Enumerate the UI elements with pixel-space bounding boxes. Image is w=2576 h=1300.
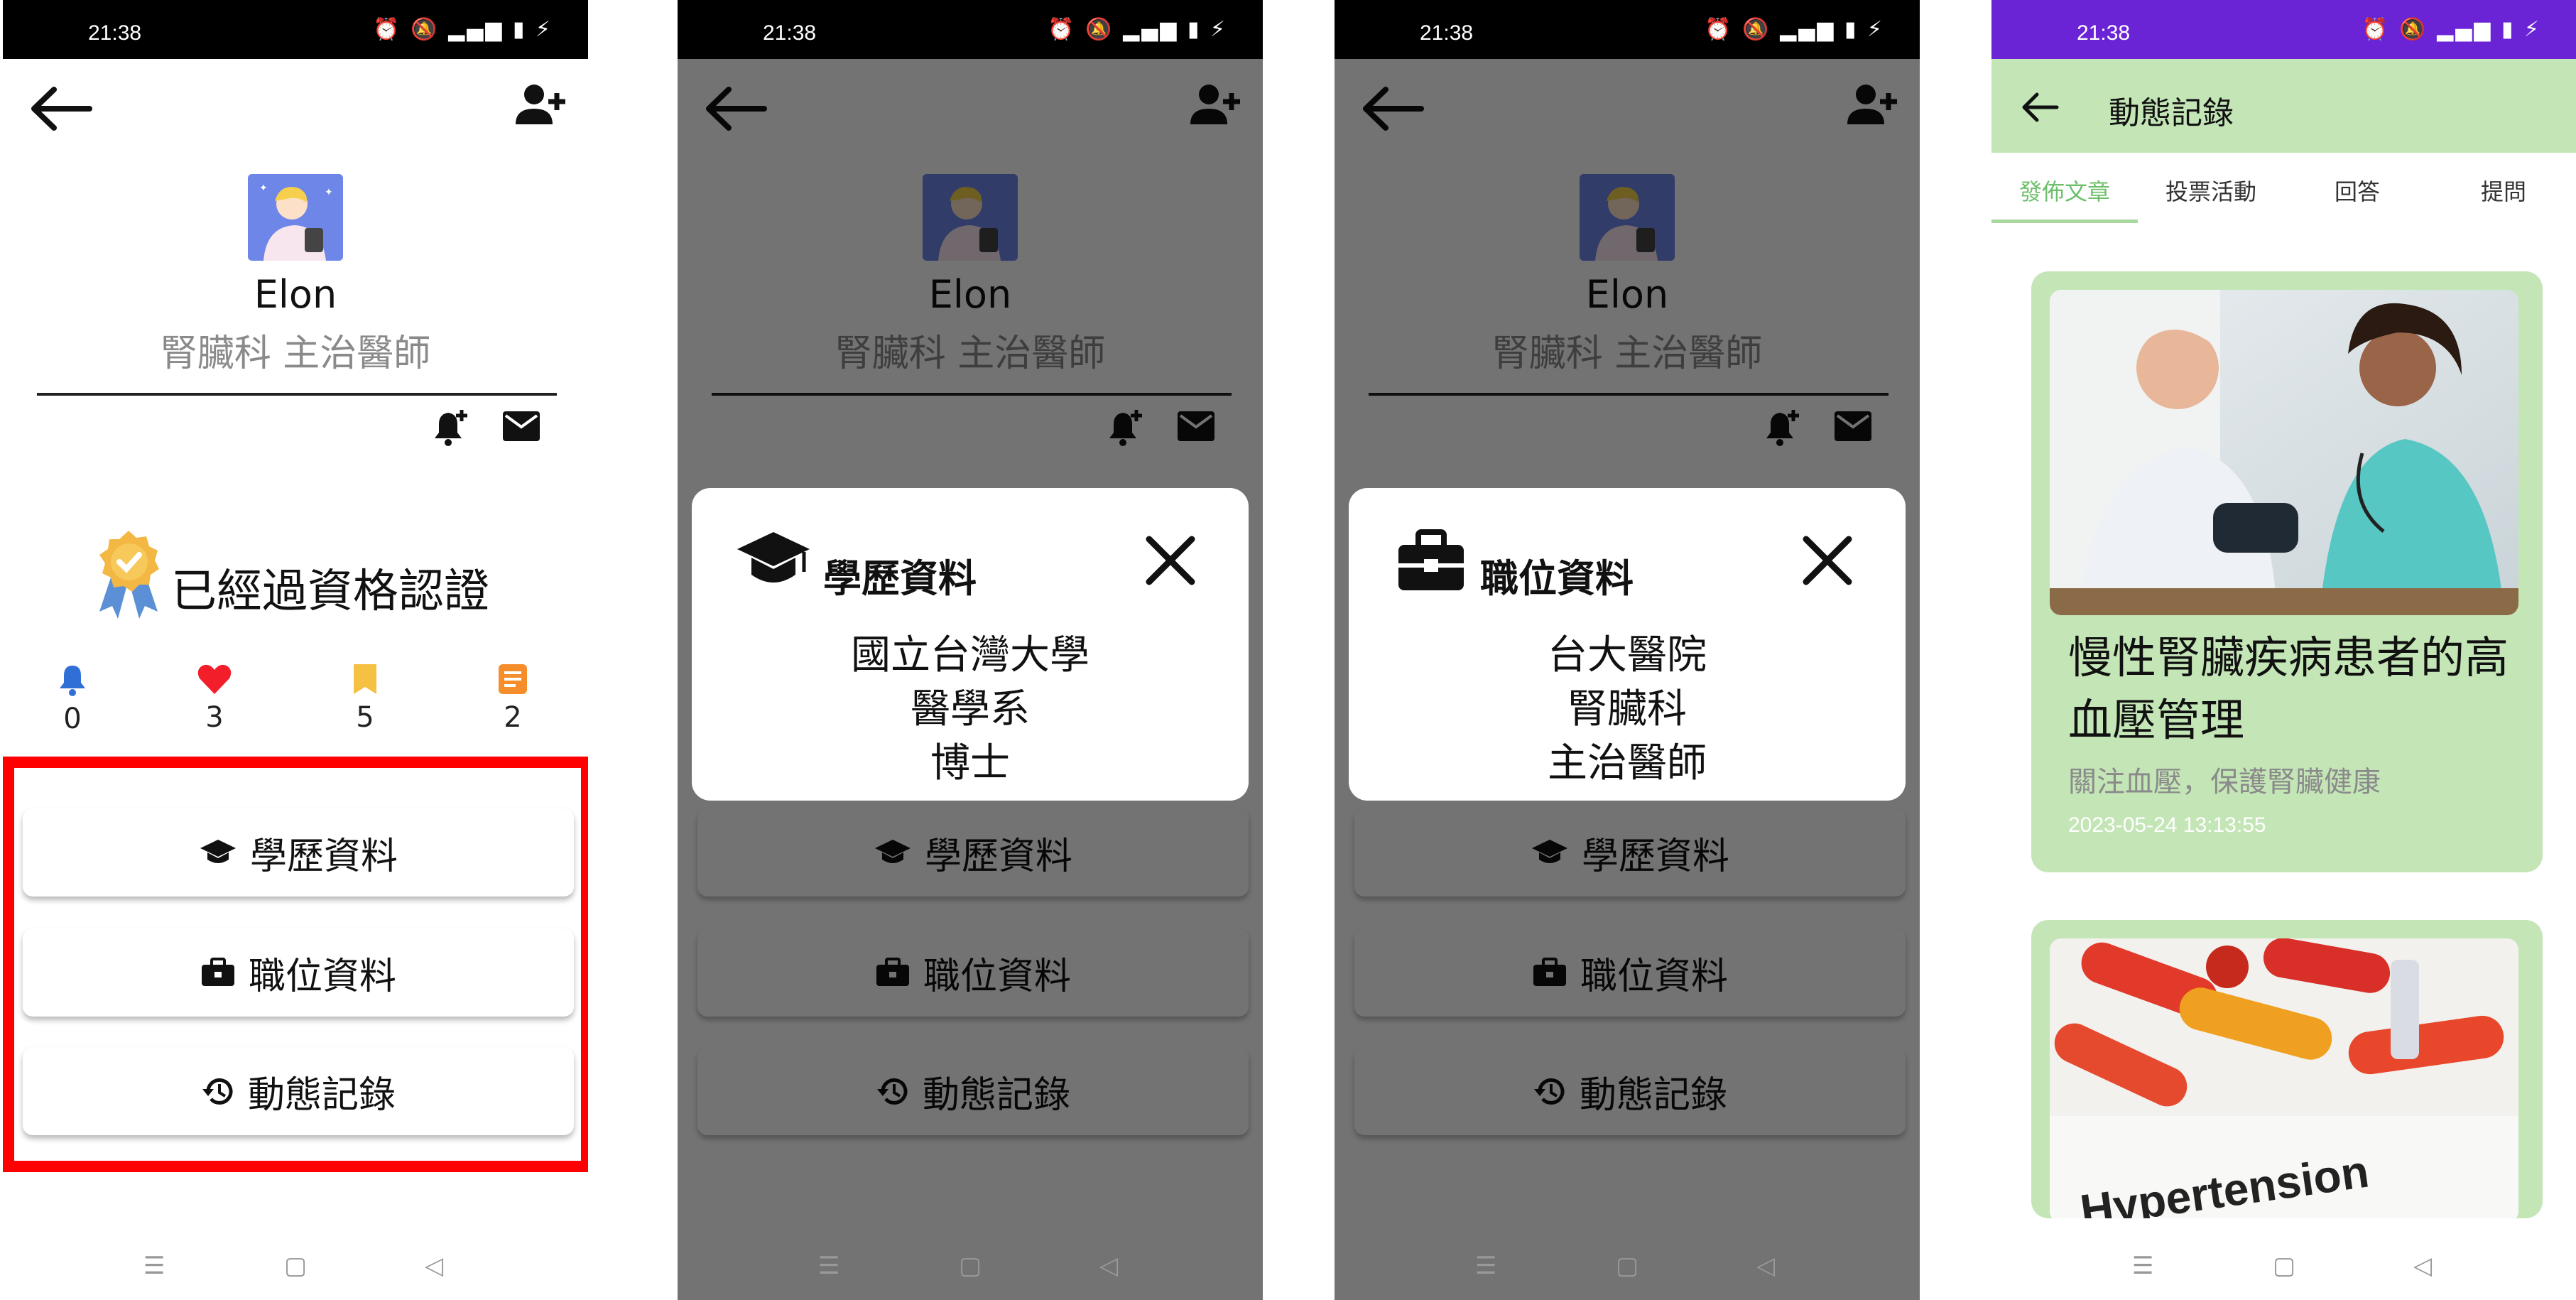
back-nav-icon[interactable]: ◁ xyxy=(2413,1252,2432,1280)
tab-posts[interactable]: 發佈文章 xyxy=(1991,174,2138,207)
status-time: 21:38 xyxy=(763,21,817,45)
status-time: 21:38 xyxy=(1420,21,1474,45)
svg-text:✦: ✦ xyxy=(259,183,268,194)
menu-nav-icon[interactable]: ☰ xyxy=(1475,1252,1496,1280)
status-icons: ⏰ 🔕 ▂▄▆ ▮ ⚡ xyxy=(373,17,553,42)
status-icons: ⏰ 🔕 ▂▄▆ ▮ ⚡ xyxy=(1705,17,1884,42)
back-nav-icon[interactable]: ◁ xyxy=(1756,1252,1775,1280)
post-subtitle: 關注血壓，保護腎臟健康 xyxy=(2068,766,2381,798)
stat-value: 2 xyxy=(504,701,522,734)
back-arrow-icon[interactable] xyxy=(2020,86,2063,129)
status-time: 21:38 xyxy=(2077,21,2131,45)
back-nav-icon[interactable]: ◁ xyxy=(425,1252,443,1280)
briefcase-icon xyxy=(1398,529,1464,590)
certification-text: 已經過資格認證 xyxy=(171,565,489,618)
doctor-title: 腎臟科 主治醫師 xyxy=(160,332,431,375)
status-time: 21:38 xyxy=(88,21,142,45)
system-nav-bar: ☰ ▢ ◁ xyxy=(3,1236,588,1300)
close-icon[interactable] xyxy=(1799,532,1856,589)
stat-likes[interactable]: 3 xyxy=(179,663,250,734)
tab-questions[interactable]: 提問 xyxy=(2430,174,2576,207)
tab-polls[interactable]: 投票活動 xyxy=(2138,174,2284,207)
certification-badge: 已經過資格認證 xyxy=(89,528,530,620)
doctor-name: Elon xyxy=(254,272,337,317)
status-bar: 21:38 ⏰ 🔕 ▂▄▆ ▮ ⚡ xyxy=(1335,0,1920,59)
system-nav-bar: ☰ ▢ ◁ xyxy=(678,1236,1263,1300)
status-icons: ⏰ 🔕 ▂▄▆ ▮ ⚡ xyxy=(2362,17,2541,42)
status-bar: 21:38 ⏰ 🔕 ▂▄▆ ▮ ⚡ xyxy=(3,0,588,59)
education-dialog-screen: 21:38 ⏰ 🔕 ▂▄▆ ▮ ⚡ Elon 腎臟科 主治醫師 學歷資料 職位資… xyxy=(678,0,1263,1300)
home-nav-icon[interactable]: ▢ xyxy=(959,1252,982,1280)
activity-screen: 21:38 ⏰ 🔕 ▂▄▆ ▮ ⚡ 動態記錄 發佈文章 投票活動 回答 提問 慢… xyxy=(1991,0,2576,1300)
award-icon xyxy=(99,531,159,619)
post-image xyxy=(2050,290,2518,615)
dialog-line: 博士 xyxy=(930,740,1010,786)
bookmark-icon xyxy=(354,664,376,694)
education-dialog: 學歷資料 國立台灣大學 醫學系 博士 xyxy=(692,488,1249,801)
heart-icon xyxy=(197,664,232,694)
position-dialog: 職位資料 台大醫院 腎臟科 主治醫師 xyxy=(1349,488,1906,801)
stat-posts[interactable]: 2 xyxy=(477,663,548,734)
post-title: 慢性腎臟疾病患者的高血壓管理 xyxy=(2068,632,2509,746)
system-nav-bar: ☰ ▢ ◁ xyxy=(1335,1236,1920,1300)
tab-bar: 發佈文章 投票活動 回答 提問 xyxy=(1991,153,2576,224)
menu-nav-icon[interactable]: ☰ xyxy=(2132,1252,2153,1280)
dialog-line: 國立台灣大學 xyxy=(851,632,1089,678)
svg-text:✦: ✦ xyxy=(325,187,333,198)
post-card[interactable]: Hypertension xyxy=(2031,920,2543,1218)
profile-screen: 21:38 ⏰ 🔕 ▂▄▆ ▮ ⚡ ✦ ✦ Elon 腎臟科 主治醫師 已經過資格… xyxy=(3,0,588,1300)
close-icon[interactable] xyxy=(1142,532,1199,589)
add-friend-icon[interactable] xyxy=(511,77,568,134)
stat-notifications[interactable]: 0 xyxy=(37,663,108,735)
back-nav-icon[interactable]: ◁ xyxy=(1099,1252,1118,1280)
highlight-box xyxy=(3,757,588,1172)
home-nav-icon[interactable]: ▢ xyxy=(2273,1252,2295,1280)
bell-icon xyxy=(60,666,85,696)
stat-value: 5 xyxy=(356,701,374,734)
home-nav-icon[interactable]: ▢ xyxy=(284,1252,307,1280)
note-icon xyxy=(499,664,527,694)
divider xyxy=(37,393,557,396)
system-nav-bar: ☰ ▢ ◁ xyxy=(1991,1236,2576,1300)
stat-value: 3 xyxy=(205,701,224,734)
post-date: 2023-05-24 13:13:55 xyxy=(2068,813,2266,837)
menu-nav-icon[interactable]: ☰ xyxy=(818,1252,839,1280)
page-title: 動態記錄 xyxy=(2109,95,2234,131)
dialog-title: 學歷資料 xyxy=(823,556,977,601)
dialog-title: 職位資料 xyxy=(1480,556,1634,601)
stat-value: 0 xyxy=(63,703,82,735)
tab-answers[interactable]: 回答 xyxy=(2284,174,2430,207)
mail-icon[interactable] xyxy=(500,408,543,444)
graduation-cap-icon xyxy=(737,532,810,583)
dialog-line: 台大醫院 xyxy=(1548,632,1707,678)
app-bar: 動態記錄 xyxy=(1991,59,2576,153)
post-image: Hypertension xyxy=(2050,938,2518,1218)
notification-add-icon[interactable] xyxy=(429,406,472,448)
status-bar: 21:38 ⏰ 🔕 ▂▄▆ ▮ ⚡ xyxy=(678,0,1263,59)
avatar: ✦ ✦ xyxy=(248,174,343,261)
stat-bookmarks[interactable]: 5 xyxy=(330,663,401,734)
post-card[interactable]: 慢性腎臟疾病患者的高血壓管理 關注血壓，保護腎臟健康 2023-05-24 13… xyxy=(2031,271,2543,872)
position-dialog-screen: 21:38 ⏰ 🔕 ▂▄▆ ▮ ⚡ Elon 腎臟科 主治醫師 學歷資料 職位資… xyxy=(1335,0,1920,1300)
home-nav-icon[interactable]: ▢ xyxy=(1616,1252,1638,1280)
menu-nav-icon[interactable]: ☰ xyxy=(143,1252,165,1280)
dialog-line: 醫學系 xyxy=(911,686,1030,732)
active-tab-indicator xyxy=(1991,220,2138,223)
status-bar: 21:38 ⏰ 🔕 ▂▄▆ ▮ ⚡ xyxy=(1991,0,2576,59)
back-arrow-icon[interactable] xyxy=(30,84,94,134)
dialog-line: 腎臟科 xyxy=(1567,686,1687,732)
status-icons: ⏰ 🔕 ▂▄▆ ▮ ⚡ xyxy=(1048,17,1227,42)
dialog-line: 主治醫師 xyxy=(1548,740,1707,786)
